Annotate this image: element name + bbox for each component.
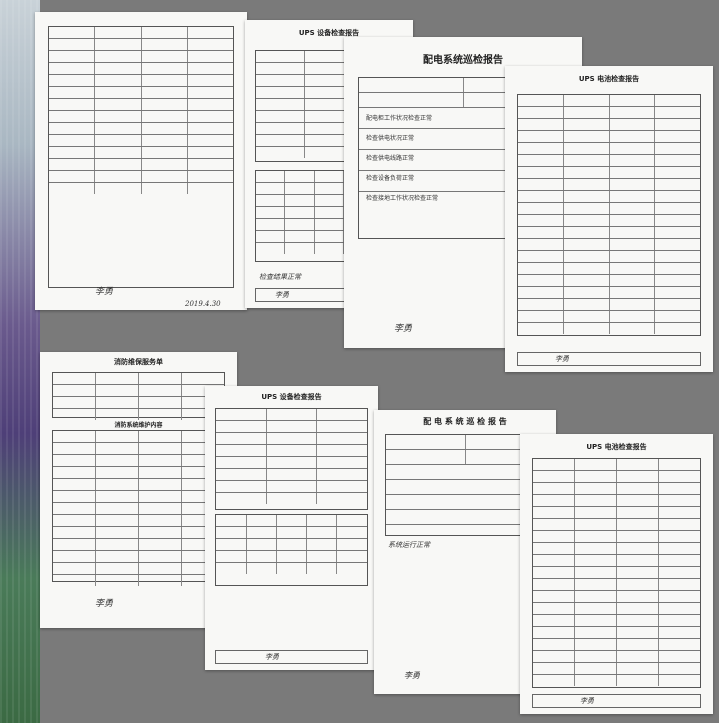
power-top-title: 配电系统巡检报告: [423, 55, 503, 66]
document-battery-bottom: UPS 电池检查报告 李勇: [520, 434, 713, 714]
fire-bottom-title: 消防维保服务单: [114, 358, 163, 366]
battery-top-title: UPS 电池检查报告: [578, 75, 640, 83]
power-top-sign: 李勇: [394, 324, 413, 334]
power-top-row-3: 检查供电线路正常: [366, 155, 415, 162]
battery-top-sign: 李勇: [555, 355, 569, 363]
fire-bottom-signature: 李勇: [95, 599, 114, 609]
ups-top-sign: 李勇: [275, 291, 289, 299]
power-bottom-sign: 李勇: [404, 671, 420, 680]
ups-top-note: 检查结果正常: [259, 273, 301, 281]
document-fire-form-top: 李勇 2019.4.30: [35, 12, 247, 310]
power-top-row-5: 检查接地工作状况检查正常: [366, 195, 439, 202]
document-ups-bottom: UPS 设备检查报告 李勇: [205, 386, 378, 670]
fire-form-top-signature: 李勇: [95, 287, 114, 297]
power-top-row-1: 配电柜工作状况检查正常: [366, 115, 433, 122]
fire-form-top-footer-value: 2019.4.30: [185, 300, 221, 308]
ups-bottom-sign: 李勇: [265, 653, 279, 661]
document-battery-top: UPS 电池检查报告 李勇: [505, 66, 713, 372]
power-bottom-note: 系统运行正常: [388, 541, 430, 549]
background-texture: [0, 0, 40, 723]
ups-bottom-title: UPS 设备检查报告: [261, 393, 322, 401]
power-top-row-2: 检查供电状况正常: [366, 135, 415, 142]
power-top-row-4: 检查设备负荷正常: [366, 175, 415, 182]
battery-bottom-title: UPS 电池检查报告: [586, 443, 647, 451]
battery-bottom-sign: 李勇: [580, 697, 594, 705]
power-bottom-title: 配 电 系 统 巡 检 报 告: [423, 417, 507, 426]
